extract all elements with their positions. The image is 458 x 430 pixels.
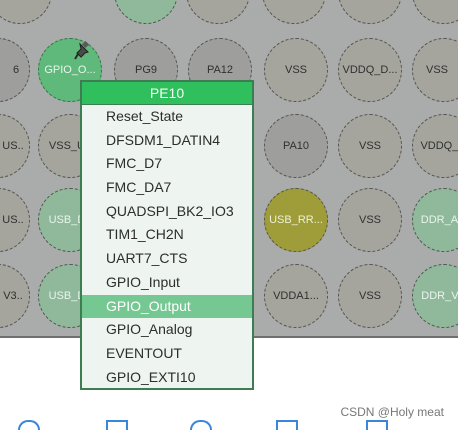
pin[interactable]: 6: [0, 38, 30, 102]
menu-item-fmc-d7[interactable]: FMC_D7: [82, 152, 252, 176]
menu-item-dfsdm1-datin4[interactable]: DFSDM1_DATIN4: [82, 129, 252, 153]
zoom-in-icon[interactable]: [18, 420, 40, 430]
watermark: CSDN @Holy meat: [340, 405, 444, 419]
pin-usb-rref[interactable]: USB_RR...: [264, 188, 328, 252]
pin-ddr-a[interactable]: DDR_A...: [412, 188, 458, 252]
pin-vdda1[interactable]: VDDA1...: [264, 264, 328, 328]
pin[interactable]: [262, 0, 326, 24]
menu-item-gpio-analog[interactable]: GPIO_Analog: [82, 318, 252, 342]
pin-vss[interactable]: VSS: [412, 38, 458, 102]
pushpin-icon: [74, 40, 90, 60]
menu-item-gpio-output[interactable]: GPIO_Output: [82, 294, 252, 319]
pin[interactable]: [186, 0, 250, 24]
menu-item-reset-state[interactable]: Reset_State: [82, 105, 252, 129]
pin-function-menu: PE10 Reset_State DFSDM1_DATIN4 FMC_D7 FM…: [80, 80, 254, 390]
menu-item-fmc-da7[interactable]: FMC_DA7: [82, 176, 252, 200]
pin[interactable]: US..: [0, 188, 30, 252]
pin[interactable]: V3..: [0, 264, 30, 328]
pin[interactable]: US..: [0, 114, 30, 178]
menu-title: PE10: [82, 82, 252, 105]
pin-vss[interactable]: VSS: [264, 38, 328, 102]
rotate-icon[interactable]: [366, 420, 388, 430]
layout-icon[interactable]: [276, 420, 298, 430]
pin-vss[interactable]: VSS: [338, 188, 402, 252]
pin[interactable]: [338, 0, 402, 24]
pin-ddr-v[interactable]: DDR_V...: [412, 264, 458, 328]
menu-item-gpio-exti10[interactable]: GPIO_EXTI10: [82, 366, 252, 390]
menu-item-tim1-ch2n[interactable]: TIM1_CH2N: [82, 223, 252, 247]
zoom-out-icon[interactable]: [190, 420, 212, 430]
fit-icon[interactable]: [106, 420, 128, 430]
menu-item-quadspi-bk2-io3[interactable]: QUADSPI_BK2_IO3: [82, 200, 252, 224]
menu-item-uart7-cts[interactable]: UART7_CTS: [82, 247, 252, 271]
pin-pa10[interactable]: PA10: [264, 114, 328, 178]
pin-vddq[interactable]: VDDQ_D...: [338, 38, 402, 102]
bottom-toolbar: [0, 420, 458, 430]
pin[interactable]: [114, 0, 178, 24]
pin[interactable]: [412, 0, 458, 24]
menu-item-eventout[interactable]: EVENTOUT: [82, 342, 252, 366]
menu-item-gpio-input[interactable]: GPIO_Input: [82, 271, 252, 295]
pin-vss[interactable]: VSS: [338, 114, 402, 178]
pin-vddq[interactable]: VDDQ_...: [412, 114, 458, 178]
pin[interactable]: [0, 0, 52, 24]
pin-vss[interactable]: VSS: [338, 264, 402, 328]
